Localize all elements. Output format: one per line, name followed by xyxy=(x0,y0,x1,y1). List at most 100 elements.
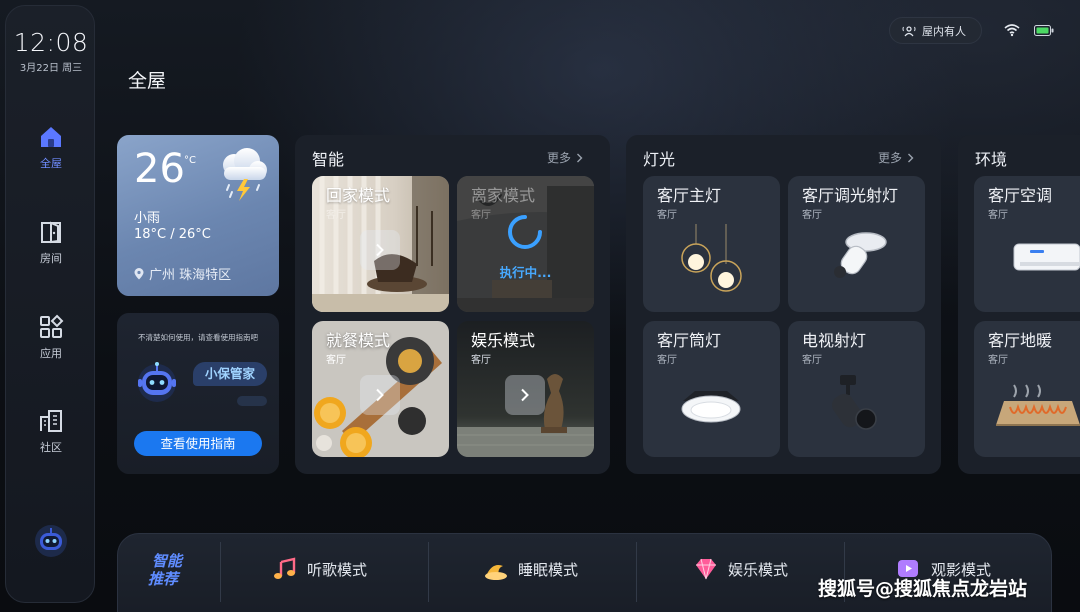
music-note-icon xyxy=(274,557,296,579)
chevron-right-icon xyxy=(376,243,384,257)
scene-room: 客厅 xyxy=(326,210,346,221)
mode-entertainment[interactable]: 娱乐模式 xyxy=(693,554,788,584)
thunderstorm-cloud-icon xyxy=(223,148,267,201)
weather-location: 广州 珠海特区 xyxy=(134,264,231,283)
sidebar-item-label: 应用 xyxy=(40,347,62,360)
panel-title: 环境 xyxy=(975,150,1008,169)
loading-spinner-icon xyxy=(508,215,542,249)
scene-name: 离家模式 xyxy=(471,186,536,205)
page-title: 全屋 xyxy=(128,70,167,92)
lighting-more-link[interactable]: 更多 xyxy=(878,149,914,166)
temperature-unit: °C xyxy=(184,155,196,166)
sidebar-item-apps[interactable]: 应用 xyxy=(6,314,96,374)
chevron-right-icon xyxy=(376,388,384,402)
device-tile-main-light[interactable]: 客厅主灯 客厅 xyxy=(643,176,780,312)
presence-label: 屋内有人 xyxy=(922,24,966,38)
person-radar-icon xyxy=(902,25,916,36)
device-room: 客厅 xyxy=(657,210,677,221)
scene-tile-entertainment[interactable]: 娱乐模式 客厅 xyxy=(457,321,594,457)
device-name: 客厅主灯 xyxy=(657,186,722,205)
chevron-right-icon xyxy=(577,153,583,162)
mode-label: 娱乐模式 xyxy=(728,560,789,579)
scene-tile-home[interactable]: 回家模式 客厅 xyxy=(312,176,449,312)
sidebar-item-label: 全屋 xyxy=(40,157,62,170)
device-room: 客厅 xyxy=(988,355,1008,366)
divider xyxy=(220,542,221,602)
assistant-name: 小保管家 xyxy=(193,362,267,386)
sidebar: 12:08 3月22日 周三 全屋 房间 应用 社区 xyxy=(5,5,95,603)
building-icon xyxy=(40,410,62,432)
mode-label: 睡眠模式 xyxy=(518,560,579,579)
home-icon xyxy=(41,127,61,147)
clock: 12:08 xyxy=(13,28,89,57)
device-tile-dimmable-spotlight[interactable]: 客厅调光射灯 客厅 xyxy=(788,176,925,312)
device-room: 客厅 xyxy=(657,355,677,366)
date: 3月22日 周三 xyxy=(19,63,83,74)
door-icon xyxy=(41,221,61,244)
device-tile-tv-spotlight[interactable]: 电视射灯 客厅 xyxy=(788,321,925,457)
run-scene-button[interactable] xyxy=(360,230,400,270)
sidebar-item-label: 社区 xyxy=(40,441,62,454)
panel-title: 智能 xyxy=(312,150,345,169)
device-tile-downlight[interactable]: 客厅筒灯 客厅 xyxy=(643,321,780,457)
temperature-range: 18°C / 26°C xyxy=(134,227,211,242)
location-pin-icon xyxy=(134,267,144,279)
assistant-tip: 不清楚如何使用，请查看使用指南吧 xyxy=(138,333,258,342)
robot-icon xyxy=(138,362,176,402)
divider xyxy=(428,542,429,602)
temperature: 26 xyxy=(134,146,185,192)
robot-icon[interactable] xyxy=(34,524,68,558)
presence-badge[interactable]: 屋内有人 xyxy=(889,17,982,44)
device-room: 客厅 xyxy=(802,210,822,221)
device-tile-floor-heating[interactable]: 客厅地暖 客厅 xyxy=(974,321,1080,457)
scene-name: 娱乐模式 xyxy=(471,331,536,350)
watermark: 搜狐号@搜狐焦点龙岩站 xyxy=(818,578,1028,600)
mode-sleep[interactable]: 睡眠模式 xyxy=(483,554,578,584)
scene-name: 回家模式 xyxy=(326,186,391,205)
moon-icon xyxy=(485,565,507,580)
battery-icon xyxy=(1034,25,1054,36)
sidebar-item-whole-house[interactable]: 全屋 xyxy=(6,124,96,184)
mode-label: 听歌模式 xyxy=(307,560,368,579)
scene-name: 就餐模式 xyxy=(326,331,391,350)
run-scene-button[interactable] xyxy=(505,375,545,415)
run-scene-button[interactable] xyxy=(360,375,400,415)
divider xyxy=(636,542,637,602)
smart-panel: 智能 更多 回家模式 客厅 离家模式 客厅 执行中... 就餐模式 客厅 娱乐模… xyxy=(295,135,610,474)
device-name: 客厅调光射灯 xyxy=(802,186,899,205)
device-name: 客厅空调 xyxy=(988,186,1053,205)
chevron-right-icon xyxy=(908,153,914,162)
more-label: 更多 xyxy=(878,151,903,165)
scene-room: 客厅 xyxy=(471,210,491,221)
sidebar-item-rooms[interactable]: 房间 xyxy=(6,219,96,279)
scene-status: 执行中... xyxy=(499,265,552,280)
device-room: 客厅 xyxy=(802,355,822,366)
logo-text: 智能推荐 xyxy=(148,552,184,588)
panel-title: 灯光 xyxy=(643,150,676,169)
assistant-bubble-tail xyxy=(237,396,267,406)
smart-recommend-logo: 智能推荐 xyxy=(148,552,184,588)
weather-card[interactable]: 26 °C 小雨 18°C / 26°C 广州 珠海特区 xyxy=(117,135,279,296)
wifi-icon xyxy=(1004,24,1020,37)
apps-icon xyxy=(40,314,64,338)
environment-panel: 环境 客厅空调 客厅 客厅地暖 客厅 xyxy=(958,135,1080,474)
location-label: 广州 珠海特区 xyxy=(149,268,232,283)
gem-icon xyxy=(696,558,716,580)
device-tile-air-conditioner[interactable]: 客厅空调 客厅 xyxy=(974,176,1080,312)
mode-music[interactable]: 听歌模式 xyxy=(272,554,367,584)
weather-condition: 小雨 xyxy=(134,211,161,226)
scene-tile-away[interactable]: 离家模式 客厅 执行中... xyxy=(457,176,594,312)
chevron-right-icon xyxy=(521,388,529,402)
sidebar-item-label: 房间 xyxy=(40,252,62,265)
view-guide-button[interactable]: 查看使用指南 xyxy=(134,431,262,456)
device-name: 客厅地暖 xyxy=(988,331,1053,350)
scene-room: 客厅 xyxy=(471,355,491,366)
device-room: 客厅 xyxy=(988,210,1008,221)
lighting-panel: 灯光 更多 客厅主灯 客厅 客厅调光射灯 客厅 客厅筒灯 客厅 电视射灯 客厅 xyxy=(626,135,941,474)
smart-more-link[interactable]: 更多 xyxy=(547,149,583,166)
scene-tile-dining[interactable]: 就餐模式 客厅 xyxy=(312,321,449,457)
scene-room: 客厅 xyxy=(326,355,346,366)
more-label: 更多 xyxy=(547,151,572,165)
assistant-card: 不清楚如何使用，请查看使用指南吧 小保管家 查看使用指南 xyxy=(117,313,279,474)
sidebar-item-community[interactable]: 社区 xyxy=(6,408,96,468)
